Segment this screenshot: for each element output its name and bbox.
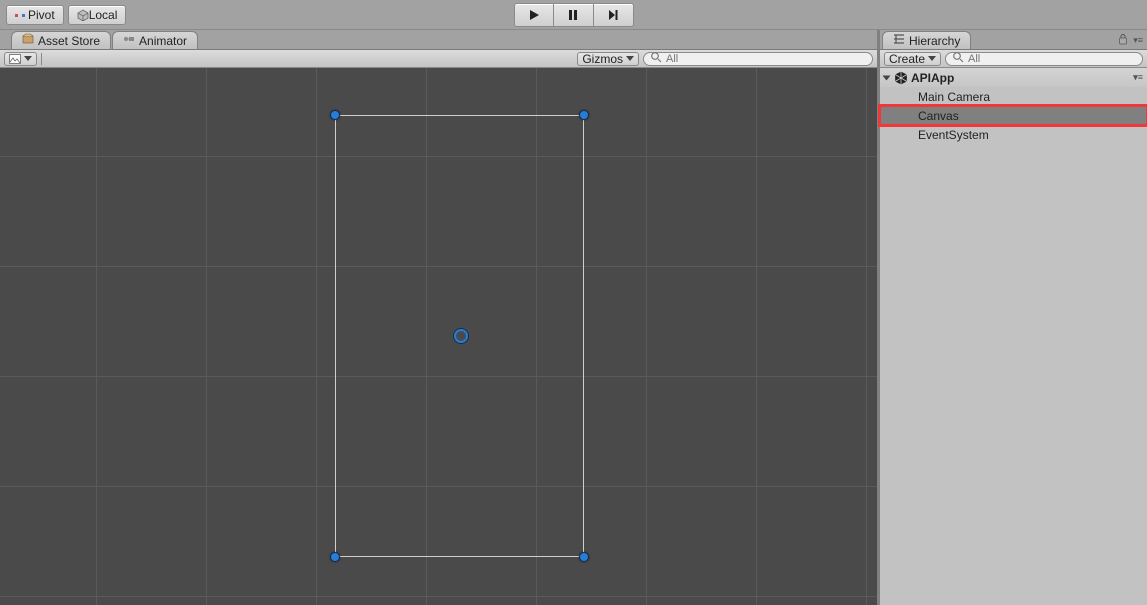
hierarchy-search[interactable] [945, 52, 1143, 66]
scene-name-label: APIApp [911, 71, 954, 85]
hierarchy-item-label: Canvas [918, 109, 959, 123]
hierarchy-item-canvas[interactable]: Canvas [880, 106, 1147, 125]
pause-button[interactable] [554, 3, 594, 27]
scene-search[interactable] [643, 52, 873, 66]
pause-icon [567, 9, 579, 21]
top-toolbar: Pivot Local [0, 0, 1147, 30]
hierarchy-panel: Hierarchy ▾≡ Create [880, 30, 1147, 605]
hierarchy-tree: APIApp ▾≡ Main Camera Canvas EventSystem [880, 68, 1147, 605]
scene-toolbar: Gizmos [0, 50, 877, 68]
gizmos-dropdown[interactable]: Gizmos [577, 52, 639, 66]
scene-panel: Asset Store Animator Gizmos [0, 30, 880, 605]
create-dropdown[interactable]: Create [884, 52, 941, 66]
create-label: Create [889, 52, 925, 66]
shaded-dropdown[interactable] [4, 52, 37, 66]
rect-handle-bottom-left[interactable] [330, 552, 340, 562]
divider [41, 53, 42, 65]
step-icon [607, 9, 619, 21]
hierarchy-tab-strip: Hierarchy ▾≡ [880, 30, 1147, 50]
chevron-down-icon [928, 56, 936, 61]
pivot-center-handle[interactable] [454, 329, 468, 343]
tab-animator[interactable]: Animator [112, 31, 198, 49]
rect-handle-bottom-right[interactable] [579, 552, 589, 562]
scene-search-input[interactable] [666, 53, 866, 65]
panel-options-icon[interactable]: ▾≡ [1133, 35, 1143, 46]
hierarchy-item-eventsystem[interactable]: EventSystem [880, 125, 1147, 144]
pivot-button-label: Pivot [28, 8, 55, 22]
local-button[interactable]: Local [68, 5, 127, 25]
chevron-down-icon [626, 56, 634, 61]
scene-row[interactable]: APIApp ▾≡ [880, 68, 1147, 87]
play-button[interactable] [514, 3, 554, 27]
image-icon [9, 53, 21, 65]
asset-store-icon [22, 33, 34, 48]
expand-icon[interactable] [883, 75, 891, 80]
tab-asset-store-label: Asset Store [38, 34, 100, 48]
chevron-down-icon [24, 56, 32, 61]
rect-handle-top-right[interactable] [579, 110, 589, 120]
playback-controls [514, 3, 634, 27]
hierarchy-item-main-camera[interactable]: Main Camera [880, 87, 1147, 106]
unity-logo-icon [894, 71, 908, 85]
scene-viewport[interactable] [0, 68, 877, 605]
search-icon [952, 51, 964, 66]
tab-asset-store[interactable]: Asset Store [11, 31, 111, 49]
tab-animator-label: Animator [139, 34, 187, 48]
scene-tab-strip: Asset Store Animator [0, 30, 877, 50]
tab-hierarchy[interactable]: Hierarchy [882, 31, 971, 49]
tab-hierarchy-label: Hierarchy [909, 34, 960, 48]
hierarchy-search-input[interactable] [968, 53, 1136, 65]
step-button[interactable] [594, 3, 634, 27]
play-icon [528, 9, 540, 21]
pivot-button[interactable]: Pivot [6, 5, 64, 25]
cube-icon [77, 9, 89, 21]
pivot-icon [15, 10, 25, 20]
hierarchy-item-label: Main Camera [918, 90, 990, 104]
local-button-label: Local [89, 8, 118, 22]
search-icon [650, 51, 662, 66]
hierarchy-item-label: EventSystem [918, 128, 989, 142]
rect-handle-top-left[interactable] [330, 110, 340, 120]
hierarchy-toolbar: Create [880, 50, 1147, 68]
hierarchy-icon [893, 33, 905, 48]
animator-icon [123, 33, 135, 48]
scene-options-icon[interactable]: ▾≡ [1133, 72, 1143, 83]
lock-icon[interactable] [1117, 33, 1129, 48]
gizmos-label: Gizmos [582, 52, 623, 66]
